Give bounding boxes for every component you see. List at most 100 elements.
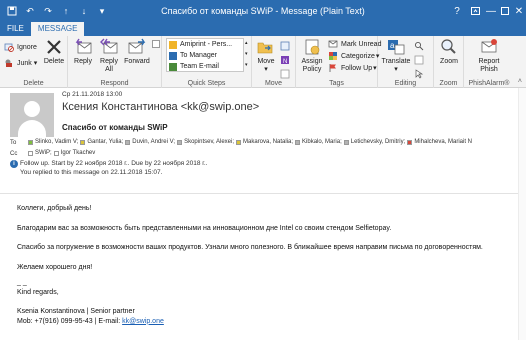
delete-button[interactable]: Delete (42, 38, 66, 66)
editing-group-label: Editing (394, 80, 417, 87)
to-recipient[interactable]: Kibkalo, Maria; (295, 139, 342, 145)
flag-icon (328, 63, 338, 73)
mark-unread-button[interactable]: Mark Unread (328, 39, 381, 49)
scroll-down-icon[interactable]: ▾ (245, 49, 248, 60)
to-label: To (10, 139, 17, 146)
to-recipient[interactable]: Makarova, Natalia; (236, 139, 293, 145)
forward-button[interactable]: Forward (122, 38, 152, 66)
follow-up-button[interactable]: Follow Up ▾ (328, 63, 377, 73)
close-icon[interactable]: ✕ (510, 0, 526, 22)
tags-group-label: Tags (329, 80, 344, 87)
assign-policy-button[interactable]: Assign Policy (298, 38, 326, 74)
forward-icon (127, 38, 147, 56)
scroll-up-icon[interactable]: ▴ (245, 38, 248, 49)
move-small-buttons: N (280, 41, 293, 79)
to-recipient[interactable]: Slinko, Vadim V; (28, 139, 78, 145)
reply-icon (73, 38, 93, 56)
sender-name[interactable]: Ксения Константинова <kk@swip.one> (62, 101, 259, 113)
down-arrow-icon[interactable]: ↓ (78, 5, 90, 17)
respond-group: Reply Reply All Forward Respond (68, 36, 162, 88)
quick-step-arrow-icon (169, 40, 177, 49)
ribbon: Ignore Junk ▾ Delete Delete Reply Reply … (0, 36, 526, 88)
quick-steps-scroll[interactable]: ▴ ▾ ▾ (245, 38, 248, 71)
undo-icon[interactable]: ↶ (24, 5, 36, 17)
svg-text:N: N (283, 59, 287, 65)
reply-button[interactable]: Reply (70, 38, 96, 66)
to-recipients: Slinko, Vadim V; Gantar, Yulia; Duvin, And… (28, 139, 474, 147)
message-body[interactable]: Коллеги, добрый день! Благодарим вас за … (17, 204, 507, 326)
quick-step-to-manager[interactable]: To Manager (167, 50, 243, 61)
more-respond-icon[interactable] (152, 40, 160, 48)
tab-message[interactable]: MESSAGE (30, 22, 85, 36)
cc-line: Cc SWiP; Igor Tkachev (10, 150, 97, 158)
ignore-icon (4, 42, 14, 52)
presence-indicator-icon (343, 139, 349, 145)
save-icon[interactable] (6, 5, 18, 17)
collapse-ribbon-icon[interactable]: ˄ (518, 78, 522, 85)
up-arrow-icon[interactable]: ↑ (60, 5, 72, 17)
editing-small-buttons (414, 41, 427, 79)
select-icon[interactable] (414, 69, 424, 79)
quick-step-amiprint[interactable]: Amiprint - Pers... (167, 39, 243, 50)
reply-all-icon (99, 38, 119, 56)
delete-group-label: Delete (23, 80, 44, 87)
move-group-label: Move (264, 80, 283, 87)
ignore-button[interactable]: Ignore (4, 42, 37, 52)
help-button[interactable]: ? (448, 0, 466, 22)
presence-indicator-icon (407, 139, 413, 145)
quick-step-team-email[interactable]: Team E-mail (167, 61, 243, 72)
junk-icon (4, 58, 14, 68)
to-recipient[interactable]: Skopintsev, Alexei; (177, 139, 234, 145)
presence-indicator-icon (177, 139, 183, 145)
presence-indicator-icon (80, 139, 86, 145)
signature-email-link[interactable]: kk@swip.one (122, 318, 164, 325)
quick-step-team-icon (169, 62, 177, 71)
customize-toolbar-icon[interactable]: ▾ (96, 5, 108, 17)
info-icon: i (10, 160, 18, 168)
to-recipient-name: Mihalcheva, Mariait N (414, 139, 472, 145)
related-icon[interactable] (414, 55, 424, 65)
to-recipient-name: Gantar, Yulia; (87, 139, 124, 145)
ribbon-tabs: FILE MESSAGE (0, 22, 526, 36)
to-recipient[interactable]: Mihalcheva, Mariait N (407, 139, 472, 145)
to-recipient-name: Makarova, Natalia; (243, 139, 294, 145)
rules-icon[interactable] (280, 41, 290, 51)
body-separator: _ _ (17, 279, 27, 286)
more-icon[interactable]: ▾ (245, 60, 248, 71)
info-bar: i Follow up. Start by 22 ноября 2018 г..… (10, 160, 510, 182)
to-recipient[interactable]: Gantar, Yulia; (80, 139, 123, 145)
editing-group: a Translate ▾ Editing (378, 36, 434, 88)
reply-all-button[interactable]: Reply All (96, 38, 122, 74)
quick-steps-gallery: Amiprint - Pers... To Manager Team E-mai… (166, 38, 244, 72)
presence-indicator-icon (125, 139, 131, 145)
categorize-button[interactable]: Categorize ▾ (328, 51, 379, 61)
cc-recipients: SWiP; Igor Tkachev (28, 150, 97, 158)
find-icon[interactable] (414, 41, 424, 51)
quick-step-manager-icon (169, 51, 177, 60)
sent-date: Ср 21.11.2018 13:00 (62, 91, 123, 98)
sender-avatar (10, 93, 54, 137)
translate-button[interactable]: a Translate ▾ (381, 38, 411, 74)
body-paragraph-1: Благодарим вас за возможность быть предс… (17, 224, 392, 232)
to-recipient[interactable]: Duvin, Andrei V; (125, 139, 175, 145)
report-phish-icon (479, 38, 499, 56)
cc-recipient[interactable]: SWiP; (28, 150, 52, 156)
junk-button[interactable]: Junk ▾ (4, 58, 37, 68)
signature-contacts: Mob: +7(916) 099-95-43 | E-mail: kk@swip… (17, 317, 164, 325)
move-button[interactable]: Move ▾ (254, 38, 278, 74)
report-phish-button[interactable]: Report Phish (472, 38, 506, 74)
tab-file[interactable]: FILE (0, 22, 31, 36)
onenote-icon[interactable]: N (280, 55, 290, 65)
zoom-button[interactable]: Zoom (436, 38, 462, 66)
cc-recipient-name: Igor Tkachev (60, 150, 96, 156)
move-dropdown-icon: ▾ (264, 66, 268, 73)
move-group: Move ▾ N Move (252, 36, 296, 88)
to-recipient[interactable]: Letichevsky, Dmitriy; (343, 139, 405, 145)
presence-indicator-icon (236, 139, 242, 145)
actions-icon[interactable] (280, 69, 290, 79)
cc-recipient[interactable]: Igor Tkachev (53, 150, 96, 156)
categorize-icon (328, 51, 338, 61)
redo-icon[interactable]: ↷ (42, 5, 54, 17)
translate-icon: a (386, 38, 406, 56)
body-paragraph-2: Спасибо за погружение в возможности ваши… (17, 244, 483, 251)
